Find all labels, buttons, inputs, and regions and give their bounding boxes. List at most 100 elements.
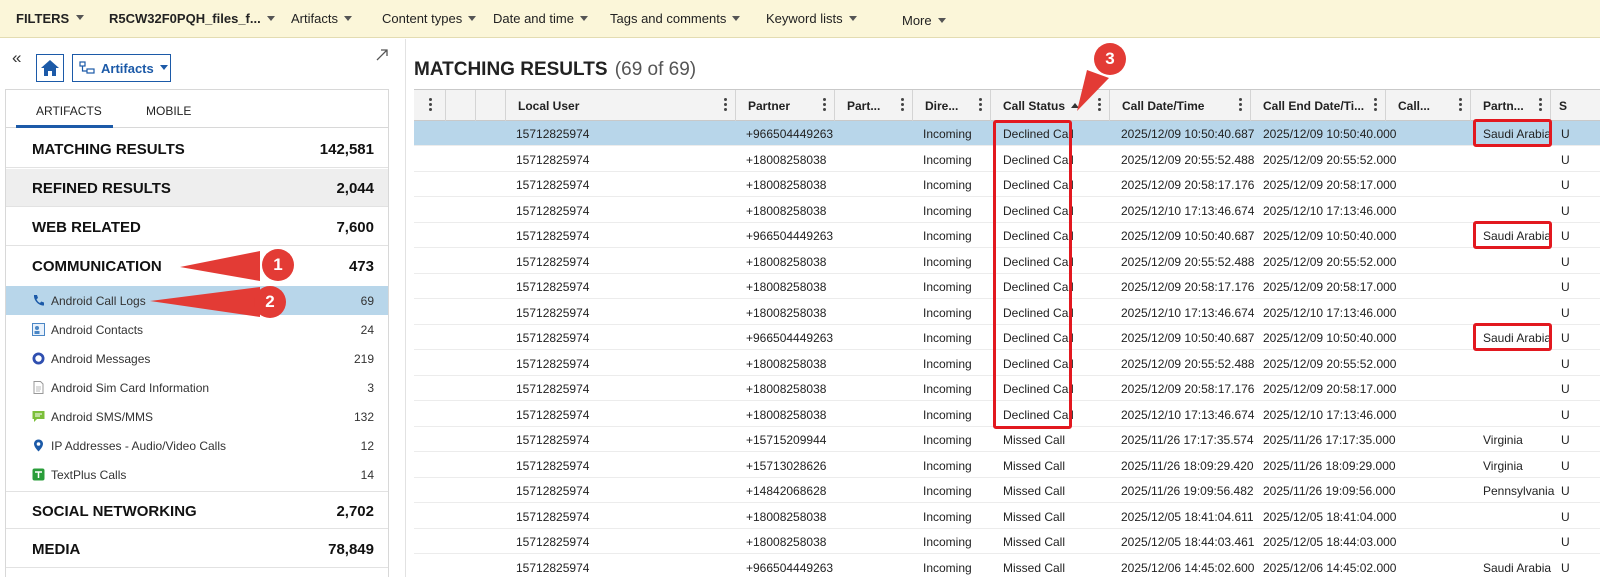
filter-date-time[interactable]: Date and time — [493, 11, 588, 26]
column-menu-icon[interactable] — [1239, 98, 1242, 112]
cell-call-end-date-time: 2025/12/05 18:44:03.000 — [1263, 535, 1397, 549]
table-row[interactable]: 15712825974 +18008258038 Incoming Missed Ca… — [414, 529, 1600, 554]
sidebar-item-android-sim-card[interactable]: Android Sim Card Information 3 — [6, 373, 388, 402]
cell-partner: +18008258038 — [746, 356, 827, 371]
cell-source: U — [1561, 458, 1570, 473]
filter-content-types[interactable]: Content types — [382, 11, 477, 26]
case-dropdown[interactable]: R5CW32F0PQH_files_f... — [109, 11, 275, 26]
column-menu-icon[interactable] — [1539, 98, 1542, 112]
cell-source: U — [1561, 178, 1570, 192]
filter-tags-comments[interactable]: Tags and comments — [610, 11, 741, 26]
cell-partner: +18008258038 — [746, 382, 827, 396]
chevron-down-icon — [848, 16, 857, 22]
header-label: Call... — [1398, 99, 1431, 113]
cell-partner: +14842068628 — [746, 484, 827, 498]
callout-badge-3: 3 — [1094, 43, 1126, 75]
filter-artifacts[interactable]: Artifacts — [291, 11, 352, 26]
cell-source: U — [1561, 254, 1570, 269]
category-label: MATCHING RESULTS — [32, 141, 185, 158]
header-checkbox-col[interactable] — [446, 90, 476, 121]
cell-local-user: 15712825974 — [516, 433, 590, 447]
cell-partner-location: Virginia — [1483, 433, 1523, 447]
sidebar-item-label: IP Addresses - Audio/Video Calls — [51, 439, 226, 453]
header-label: Call Status — [1003, 99, 1066, 113]
cell-call-date-time: 2025/11/26 17:17:35.574 — [1121, 433, 1254, 447]
tab-mobile[interactable]: MOBILE — [146, 104, 191, 118]
cell-source: U — [1561, 509, 1570, 524]
view-dropdown[interactable]: Artifacts — [72, 54, 171, 82]
chevron-down-icon — [159, 64, 168, 70]
header-call-duration[interactable]: Call... — [1386, 90, 1471, 121]
contacts-icon — [32, 323, 45, 336]
sidebar-item-count: 132 — [353, 410, 374, 424]
header-call-date-time[interactable]: Call Date/Time — [1110, 90, 1251, 121]
table-row[interactable]: 15712825974 +15713028626 Incoming Missed Ca… — [414, 453, 1600, 478]
tab-artifacts[interactable]: ARTIFACTS — [36, 104, 102, 118]
cell-call-end-date-time: 2025/12/09 10:50:40.000 — [1263, 127, 1397, 141]
cell-direction: Incoming — [923, 560, 972, 575]
header-tag-col[interactable] — [476, 90, 506, 121]
filter-more[interactable]: More — [902, 13, 946, 28]
header-label: Call Date/Time — [1122, 99, 1205, 113]
sidebar-item-textplus-calls[interactable]: TextPlus Calls 14 — [6, 460, 388, 489]
header-menu[interactable] — [414, 90, 446, 121]
table-row[interactable]: 15712825974 +18008258038 Incoming Missed Ca… — [414, 504, 1600, 529]
header-local-user[interactable]: Local User — [506, 90, 736, 121]
column-menu-icon[interactable] — [724, 98, 727, 112]
header-call-end-date-time[interactable]: Call End Date/Ti... — [1251, 90, 1386, 121]
textplus-icon — [32, 468, 45, 481]
view-dropdown-label: Artifacts — [101, 60, 154, 76]
category-count: 2,044 — [336, 180, 374, 197]
filter-keyword-lists[interactable]: Keyword lists — [766, 11, 857, 26]
pop-out-icon[interactable] — [375, 48, 389, 62]
sidebar-item-android-sms-mms[interactable]: Android SMS/MMS 132 — [6, 402, 388, 431]
table-row[interactable]: 15712825974 +14842068628 Incoming Missed Ca… — [414, 478, 1600, 503]
category-media[interactable]: MEDIA 78,849 — [6, 530, 388, 568]
column-menu-icon[interactable] — [823, 98, 826, 112]
location-highlight — [1473, 119, 1552, 147]
cell-partner: +966504449263 — [746, 127, 834, 141]
column-menu-icon[interactable] — [901, 98, 904, 112]
header-partner[interactable]: Partner — [736, 90, 835, 121]
header-partner-name[interactable]: Part... — [835, 90, 913, 121]
chevron-down-icon — [266, 16, 275, 22]
sidebar-item-android-messages[interactable]: Android Messages 219 — [6, 344, 388, 373]
cell-local-user: 15712825974 — [516, 280, 590, 294]
cell-call-end-date-time: 2025/12/10 17:13:46.000 — [1263, 407, 1397, 422]
cell-call-date-time: 2025/12/09 10:50:40.687 — [1121, 331, 1255, 345]
cell-source: U — [1561, 280, 1570, 294]
header-direction[interactable]: Dire... — [913, 90, 991, 121]
filters-chevron-icon[interactable] — [76, 15, 84, 20]
cell-call-end-date-time: 2025/12/10 17:13:46.000 — [1263, 305, 1397, 320]
home-button[interactable] — [36, 54, 64, 82]
table-row[interactable]: 15712825974 +966504449263 Incoming Missed C… — [414, 555, 1600, 577]
collapse-panel-icon[interactable]: « — [12, 48, 21, 68]
sidebar-item-count: 69 — [360, 294, 374, 308]
result-count: (69 of 69) — [614, 59, 697, 80]
sidebar-item-android-contacts[interactable]: Android Contacts 24 — [6, 315, 388, 344]
header-partner-location[interactable]: Partn... — [1471, 90, 1551, 121]
column-menu-icon[interactable] — [979, 98, 982, 112]
document-icon — [33, 381, 44, 394]
category-social-networking[interactable]: SOCIAL NETWORKING 2,702 — [6, 491, 388, 529]
header-source[interactable]: S — [1551, 90, 1600, 121]
table-row[interactable]: 15712825974 +15715209944 Incoming Missed Ca… — [414, 427, 1600, 452]
category-matching-results[interactable]: MATCHING RESULTS 142,581 — [6, 130, 388, 168]
cell-local-user: 15712825974 — [516, 127, 590, 141]
category-web-related[interactable]: WEB RELATED 7,600 — [6, 208, 388, 246]
sidebar-item-ip-addresses[interactable]: IP Addresses - Audio/Video Calls 12 — [6, 431, 388, 460]
cell-direction: Incoming — [923, 254, 972, 269]
filters-label: FILTERS — [16, 11, 70, 26]
cell-direction: Incoming — [923, 127, 972, 141]
cell-local-user: 15712825974 — [516, 509, 590, 524]
cell-local-user: 15712825974 — [516, 229, 590, 243]
filter-date-time-label: Date and time — [493, 11, 574, 26]
location-pin-icon — [34, 439, 43, 452]
cell-call-end-date-time: 2025/11/26 19:09:56.000 — [1263, 484, 1396, 498]
sidebar-item-count: 24 — [360, 323, 374, 337]
column-menu-icon[interactable] — [1459, 98, 1462, 112]
cell-call-end-date-time: 2025/12/09 20:55:52.000 — [1263, 254, 1397, 269]
category-count: 2,702 — [336, 503, 374, 520]
column-menu-icon[interactable] — [1374, 98, 1377, 112]
category-refined-results[interactable]: REFINED RESULTS 2,044 — [6, 169, 388, 207]
